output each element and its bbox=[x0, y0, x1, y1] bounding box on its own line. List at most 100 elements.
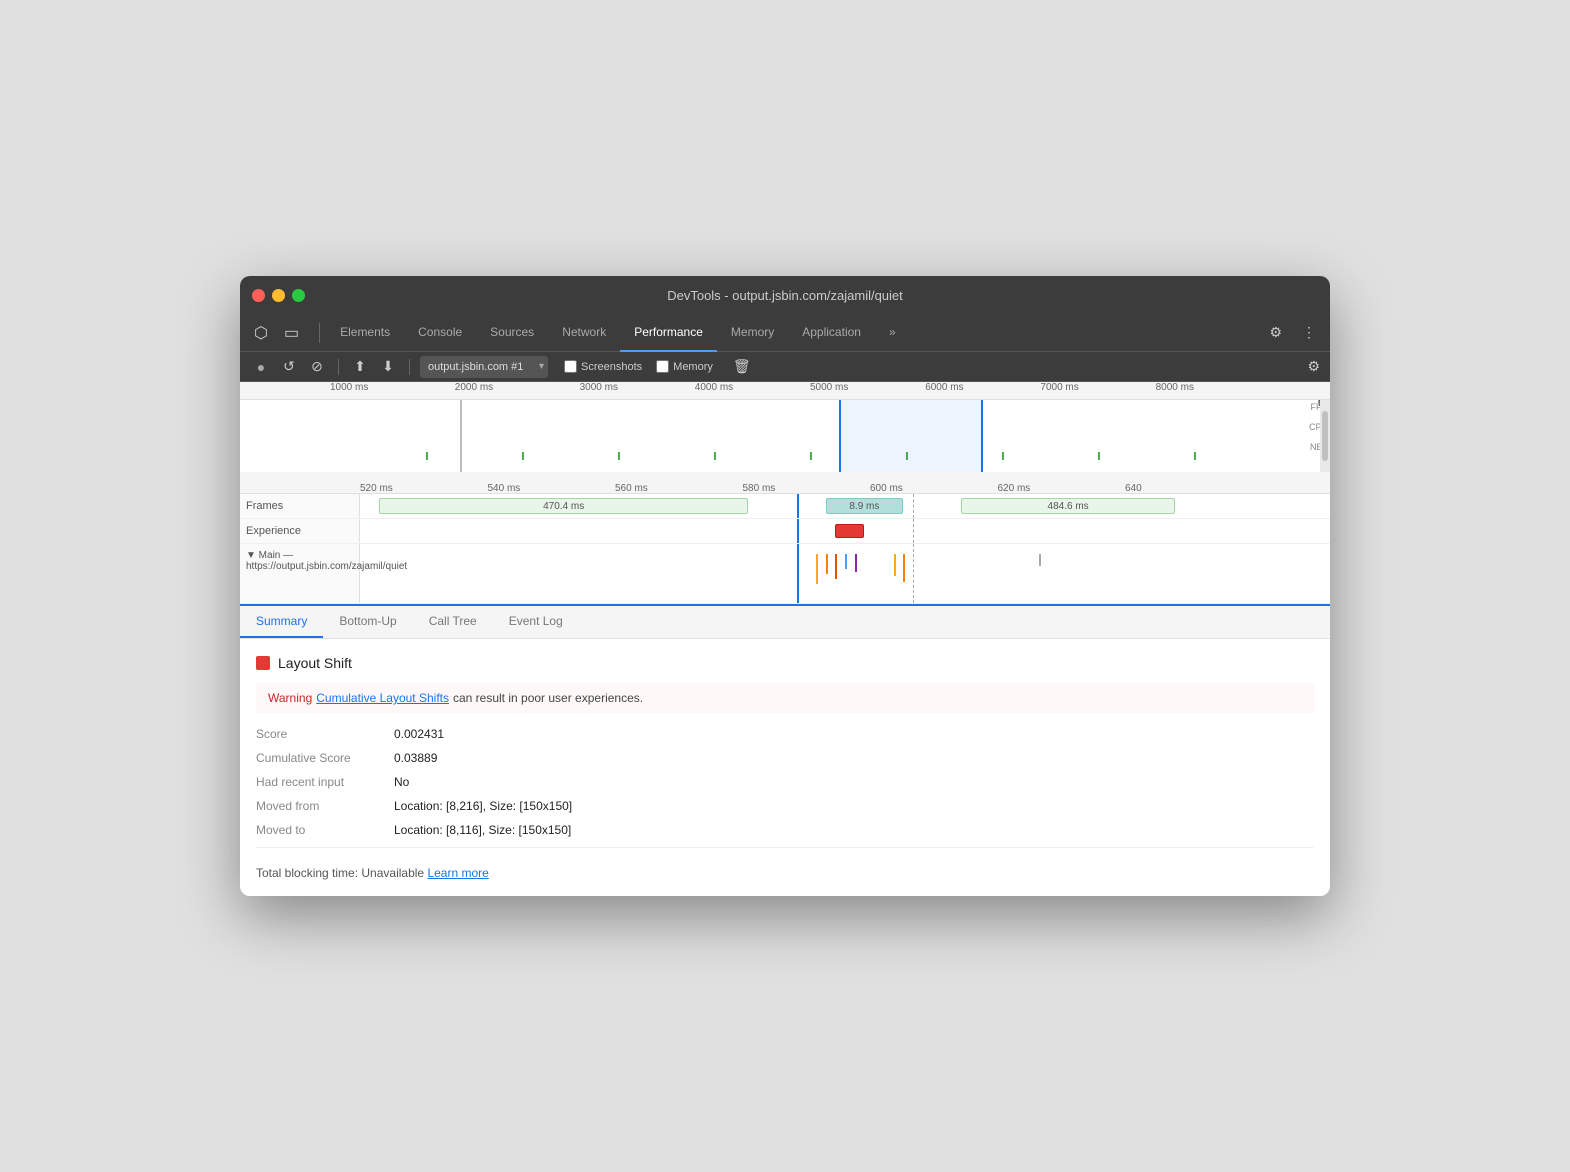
memory-checkbox-label[interactable]: Memory bbox=[656, 360, 713, 373]
main-bar-7 bbox=[903, 554, 905, 582]
capture-settings-icon[interactable]: ⚙ bbox=[1307, 358, 1320, 375]
ruler-mark-1000: 1000 ms bbox=[330, 382, 368, 393]
experience-label: Experience bbox=[240, 519, 360, 543]
detail-mark-540: 540 ms bbox=[488, 483, 521, 494]
screenshots-checkbox[interactable] bbox=[564, 360, 577, 373]
ruler-mark-4000: 4000 ms bbox=[695, 382, 733, 393]
close-button[interactable] bbox=[252, 289, 265, 302]
ruler-mark-5000: 5000 ms bbox=[810, 382, 848, 393]
tick-8 bbox=[1098, 452, 1100, 460]
tick-2 bbox=[522, 452, 524, 460]
frames-selection-line bbox=[797, 494, 799, 518]
detail-ruler: 520 ms 540 ms 560 ms 580 ms 600 ms 620 m… bbox=[240, 472, 1330, 494]
toolbar-sep-1 bbox=[338, 359, 339, 375]
frames-track[interactable]: 470.4 ms 8.9 ms 484.6 ms bbox=[360, 494, 1330, 518]
experience-track[interactable] bbox=[360, 519, 1330, 543]
upload-button[interactable]: ⬆ bbox=[349, 356, 371, 378]
tick-3 bbox=[618, 452, 620, 460]
tab-elements[interactable]: Elements bbox=[326, 314, 404, 352]
detail-timeline: 520 ms 540 ms 560 ms 580 ms 600 ms 620 m… bbox=[240, 472, 1330, 606]
tab-memory[interactable]: Memory bbox=[717, 314, 788, 352]
traffic-lights bbox=[252, 289, 305, 302]
tab-bar: ⬡ ▭ Elements Console Sources Network Per… bbox=[240, 314, 1330, 352]
layout-shift-title: Layout Shift bbox=[278, 655, 352, 671]
inspect-icon[interactable]: ⬡ bbox=[248, 319, 274, 347]
screenshots-checkbox-label[interactable]: Screenshots bbox=[564, 360, 642, 373]
main-bar-5 bbox=[855, 554, 857, 572]
detail-mark-520: 520 ms bbox=[360, 483, 393, 494]
playhead-line bbox=[460, 400, 462, 472]
more-icon[interactable]: ⋮ bbox=[1296, 320, 1322, 345]
input-label: Had recent input bbox=[256, 775, 386, 789]
maximize-button[interactable] bbox=[292, 289, 305, 302]
url-select[interactable]: output.jsbin.com #1 bbox=[420, 356, 548, 378]
learn-more-link[interactable]: Learn more bbox=[427, 866, 488, 880]
settings-icon[interactable]: ⚙ bbox=[1263, 320, 1288, 345]
detail-mark-560: 560 ms bbox=[615, 483, 648, 494]
tab-more[interactable]: » bbox=[875, 314, 910, 352]
main-bar-3 bbox=[835, 554, 837, 579]
moved-from-row: Moved from Location: [8,216], Size: [150… bbox=[256, 799, 1314, 813]
tab-bottom-up[interactable]: Bottom-Up bbox=[323, 606, 412, 638]
clear-button[interactable]: ⊘ bbox=[306, 356, 328, 378]
cumulative-label: Cumulative Score bbox=[256, 751, 386, 765]
cls-link[interactable]: Cumulative Layout Shifts bbox=[316, 691, 449, 705]
tab-performance[interactable]: Performance bbox=[620, 314, 717, 352]
tick-9 bbox=[1194, 452, 1196, 460]
selection-region[interactable] bbox=[839, 400, 983, 472]
cumulative-score-row: Cumulative Score 0.03889 bbox=[256, 751, 1314, 765]
reload-record-button[interactable]: ↺ bbox=[278, 356, 300, 378]
total-blocking-text: Total blocking time: Unavailable bbox=[256, 866, 424, 880]
bottom-panel: Summary Bottom-Up Call Tree Event Log La… bbox=[240, 606, 1330, 896]
scrollbar-thumb[interactable] bbox=[1322, 411, 1328, 461]
device-icon[interactable]: ▭ bbox=[278, 319, 305, 347]
main-track[interactable] bbox=[360, 544, 1330, 603]
frame-block-3: 484.6 ms bbox=[961, 498, 1174, 514]
layout-shift-header: Layout Shift bbox=[256, 655, 1314, 671]
tab-network[interactable]: Network bbox=[548, 314, 620, 352]
ruler-mark-7000: 7000 ms bbox=[1040, 382, 1078, 393]
window-title: DevTools - output.jsbin.com/zajamil/quie… bbox=[667, 288, 903, 303]
trash-icon[interactable]: 🗑 bbox=[727, 356, 757, 377]
layout-shift-marker[interactable] bbox=[835, 524, 864, 538]
exp-dashed-line bbox=[913, 519, 914, 543]
moved-to-value: Location: [8,116], Size: [150x150] bbox=[394, 823, 571, 837]
summary-content: Layout Shift Warning Cumulative Layout S… bbox=[240, 639, 1330, 896]
detail-mark-580: 580 ms bbox=[743, 483, 776, 494]
moved-from-label: Moved from bbox=[256, 799, 386, 813]
total-blocking-row: Total blocking time: Unavailable Learn m… bbox=[256, 858, 1314, 880]
detail-mark-640: 640 bbox=[1125, 483, 1142, 494]
performance-toolbar: ● ↺ ⊘ ⬆ ⬇ output.jsbin.com #1 ▾ Screensh… bbox=[240, 352, 1330, 382]
tab-bar-right: ⚙ ⋮ bbox=[1263, 320, 1322, 345]
memory-checkbox[interactable] bbox=[656, 360, 669, 373]
tab-call-tree[interactable]: Call Tree bbox=[413, 606, 493, 638]
download-button[interactable]: ⬇ bbox=[377, 356, 399, 378]
moved-from-value: Location: [8,216], Size: [150x150] bbox=[394, 799, 572, 813]
record-button[interactable]: ● bbox=[250, 356, 272, 378]
tab-event-log[interactable]: Event Log bbox=[493, 606, 579, 638]
minimize-button[interactable] bbox=[272, 289, 285, 302]
tab-sources[interactable]: Sources bbox=[476, 314, 548, 352]
overview-ruler: 1000 ms 2000 ms 3000 ms 4000 ms 5000 ms … bbox=[240, 382, 1330, 400]
score-value: 0.002431 bbox=[394, 727, 444, 741]
layout-shift-icon bbox=[256, 656, 270, 670]
overview-track[interactable]: FPS CPU NET 90 bbox=[240, 400, 1330, 472]
cumulative-value: 0.03889 bbox=[394, 751, 437, 765]
tab-application[interactable]: Application bbox=[788, 314, 875, 352]
ruler-mark-3000: 3000 ms bbox=[580, 382, 618, 393]
main-label: ▼ Main — https://output.jsbin.com/zajami… bbox=[240, 544, 360, 603]
ruler-mark-8000: 8000 ms bbox=[1156, 382, 1194, 393]
main-bar-8 bbox=[1039, 554, 1041, 566]
tick-4 bbox=[714, 452, 716, 460]
ruler-mark-2000: 2000 ms bbox=[455, 382, 493, 393]
main-row: ▼ Main — https://output.jsbin.com/zajami… bbox=[240, 544, 1330, 604]
main-bar-4 bbox=[845, 554, 847, 569]
tick-7 bbox=[1002, 452, 1004, 460]
moved-to-row: Moved to Location: [8,116], Size: [150x1… bbox=[256, 823, 1314, 837]
ruler-marks-container: 1000 ms 2000 ms 3000 ms 4000 ms 5000 ms … bbox=[330, 382, 1290, 399]
tab-summary[interactable]: Summary bbox=[240, 606, 323, 638]
exp-selection-line bbox=[797, 519, 799, 543]
warning-rest-text: can result in poor user experiences. bbox=[453, 691, 643, 705]
tab-console[interactable]: Console bbox=[404, 314, 476, 352]
overview-scrollbar[interactable] bbox=[1320, 400, 1330, 472]
